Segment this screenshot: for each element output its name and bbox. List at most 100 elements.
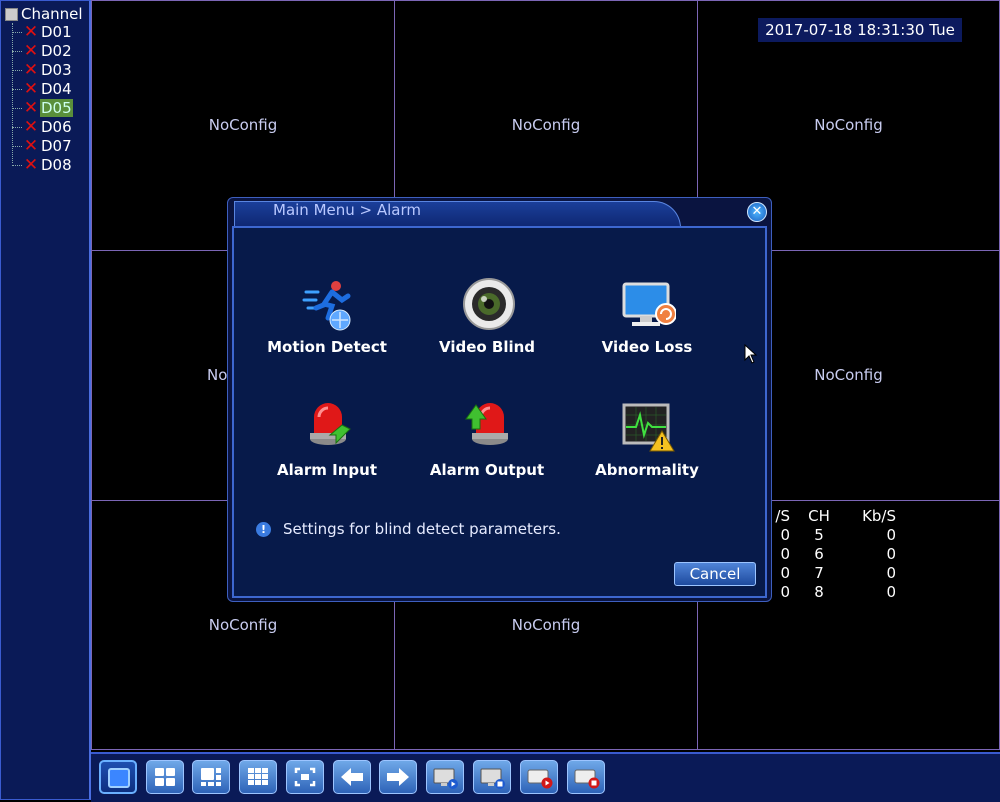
mouse-cursor-icon — [744, 344, 758, 364]
not-connected-icon: ✕ — [23, 79, 39, 99]
stats-header: CH — [808, 507, 830, 525]
channel-label: D07 — [41, 137, 72, 155]
motion-detect-icon — [302, 281, 351, 331]
stats-row: 0 7 0 — [770, 564, 910, 583]
channel-item-d04[interactable]: ✕ D04 — [23, 79, 73, 99]
previous-icon — [341, 768, 363, 786]
nine-view-button[interactable] — [239, 760, 277, 794]
dialog-title: Main Menu > Alarm — [273, 201, 422, 219]
fullscreen-icon — [294, 767, 316, 787]
stats-row: 0 5 0 — [770, 526, 910, 545]
channel-item-d03[interactable]: ✕ D03 — [23, 60, 73, 80]
alarm-output-tile[interactable]: Alarm Output — [412, 401, 562, 491]
noconfig-label: NoConfig — [511, 616, 581, 634]
channel-label: D05 — [40, 99, 73, 117]
stats-cell: 0 — [886, 545, 896, 563]
playback-button[interactable] — [426, 760, 464, 794]
stats-cell: 7 — [814, 564, 824, 582]
tree-tick — [12, 70, 22, 71]
not-connected-icon: ✕ — [23, 22, 39, 42]
motion-detect-tile[interactable]: Motion Detect — [252, 278, 402, 368]
stats-cell: 0 — [780, 564, 790, 582]
channel-item-d02[interactable]: ✕ D02 — [23, 41, 73, 61]
tree-tick — [12, 51, 22, 52]
noconfig-label: NoConfig — [208, 616, 278, 634]
video-loss-icon — [622, 282, 676, 326]
tree-tick — [12, 127, 22, 128]
playback-icon — [433, 768, 458, 789]
tree-tick — [12, 165, 22, 166]
stats-cell: 0 — [780, 583, 790, 601]
record-icon — [480, 768, 505, 789]
channel-item-d06[interactable]: ✕ D06 — [23, 117, 73, 137]
channel-tree-title[interactable]: Channel — [5, 5, 83, 23]
channel-item-d05[interactable]: ✕ D05 — [23, 98, 73, 118]
channel-label: D03 — [41, 61, 72, 79]
single-view-icon — [108, 768, 130, 788]
stats-cell: 8 — [814, 583, 824, 601]
abnormality-icon — [622, 403, 675, 452]
stats-header: /S — [775, 507, 790, 525]
six-view-icon — [201, 768, 221, 786]
stats-row: 0 6 0 — [770, 545, 910, 564]
tree-line — [12, 23, 14, 163]
tile-label: Video Blind — [438, 338, 536, 356]
tree-tick — [12, 146, 22, 147]
previous-button[interactable] — [333, 760, 371, 794]
stop-record-button[interactable] — [567, 760, 605, 794]
record-button[interactable] — [473, 760, 511, 794]
datetime-display: 2017-07-18 18:31:30 Tue — [758, 18, 962, 42]
channel-title-label: Channel — [21, 5, 83, 23]
next-icon — [387, 768, 409, 786]
stats-cell: 6 — [814, 545, 824, 563]
stats-cell: 0 — [886, 564, 896, 582]
tile-label: Alarm Output — [429, 461, 545, 479]
channel-sidebar: Channel ✕ D01 ✕ D02 ✕ D03 ✕ D04 ✕ D05 ✕ D06 ✕ D… — [0, 0, 91, 800]
stats-cell: 0 — [886, 583, 896, 601]
stats-header-row: /S CH Kb/S — [770, 507, 910, 526]
cancel-button[interactable]: Cancel — [674, 562, 756, 586]
stats-cell: 5 — [814, 526, 824, 544]
alarm-output-icon — [465, 403, 508, 445]
not-connected-icon: ✕ — [23, 155, 39, 175]
single-view-button[interactable] — [99, 760, 137, 794]
noconfig-label: NoConfig — [814, 116, 883, 134]
channel-item-d07[interactable]: ✕ D07 — [23, 136, 73, 156]
alarm-input-tile[interactable]: Alarm Input — [252, 401, 402, 491]
close-button[interactable]: ✕ — [747, 202, 767, 222]
video-blind-tile[interactable]: Video Blind — [412, 278, 562, 368]
not-connected-icon: ✕ — [23, 60, 39, 80]
video-record-button[interactable] — [520, 760, 558, 794]
not-connected-icon: ✕ — [23, 41, 39, 61]
nine-view-icon — [248, 768, 268, 785]
bitrate-stats: /S CH Kb/S 0 5 0 0 6 0 0 7 0 0 8 0 — [770, 507, 910, 602]
tile-label: Motion Detect — [267, 338, 387, 356]
channel-label: D06 — [41, 118, 72, 136]
tile-label: Alarm Input — [277, 461, 377, 479]
not-connected-icon: ✕ — [23, 136, 39, 156]
tile-label: Abnormality — [595, 461, 699, 479]
fullscreen-button[interactable] — [286, 760, 324, 794]
not-connected-icon: ✕ — [23, 98, 39, 118]
video-blind-icon — [463, 278, 515, 330]
quad-view-button[interactable] — [146, 760, 184, 794]
dialog-body: Motion Detect Video Blind Video Loss Ala… — [232, 226, 767, 598]
next-button[interactable] — [379, 760, 417, 794]
stats-row: 0 8 0 — [770, 583, 910, 602]
alarm-input-icon — [310, 403, 351, 445]
close-icon: ✕ — [751, 204, 763, 219]
stats-cell: 0 — [780, 526, 790, 544]
channel-item-d08[interactable]: ✕ D08 — [23, 155, 73, 175]
hint-message: ! Settings for blind detect parameters. — [256, 520, 561, 538]
info-icon: ! — [256, 521, 271, 537]
stats-cell: 0 — [886, 526, 896, 544]
six-view-button[interactable] — [192, 760, 230, 794]
channel-label: D04 — [41, 80, 72, 98]
tree-tick — [12, 108, 22, 109]
abnormality-tile[interactable]: Abnormality — [572, 401, 722, 491]
channel-item-d01[interactable]: ✕ D01 — [23, 22, 73, 42]
tree-tick — [12, 32, 22, 33]
video-record-icon — [527, 769, 553, 789]
not-connected-icon: ✕ — [23, 117, 39, 137]
video-loss-tile[interactable]: Video Loss — [572, 278, 722, 368]
